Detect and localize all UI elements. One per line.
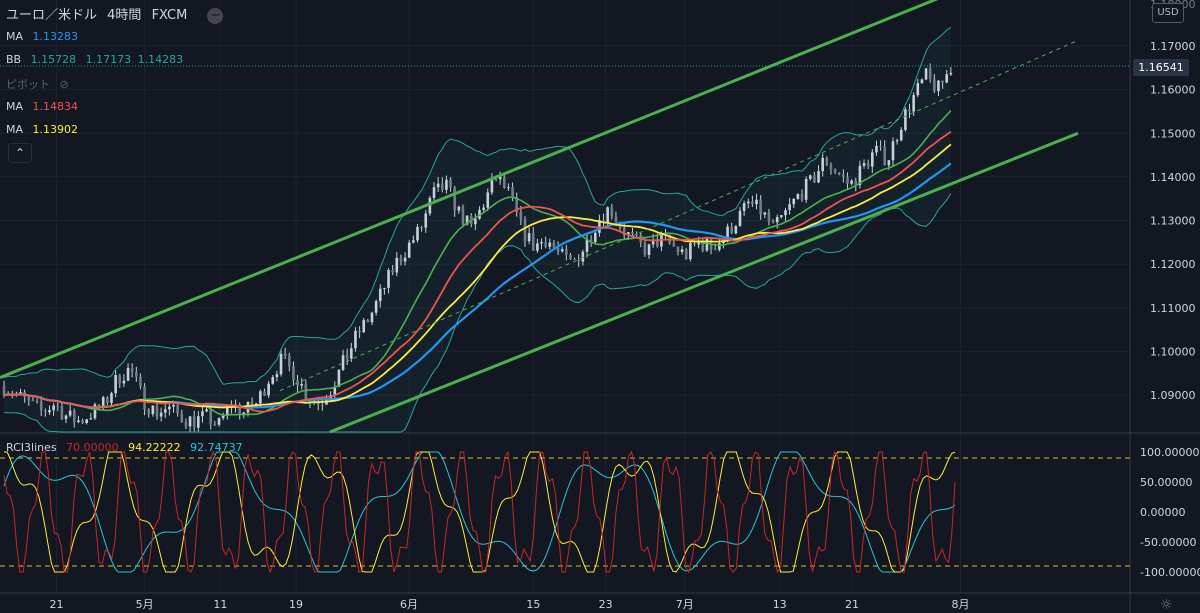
rci-axis-label: 0.00000 (1140, 506, 1186, 519)
legend-label: ピボット (6, 78, 50, 91)
x-tick-label: 7月 (676, 598, 694, 611)
x-tick-label: 8月 (952, 598, 970, 611)
legend-label: MA (6, 100, 24, 113)
rci-value-mid: 94.22222 (128, 441, 181, 454)
y-tick-label: 1.16000 (1150, 84, 1196, 97)
y-tick-label: 1.11000 (1150, 302, 1196, 315)
x-tick-label: 21 (50, 598, 64, 611)
rci-mid-line (4, 451, 956, 573)
rci-axis-label: 100.00000 (1140, 446, 1200, 459)
rci-label: RCI3lines (6, 441, 57, 454)
source-label: FXCM (151, 8, 188, 23)
rci-value-short: 70.00000 (66, 441, 119, 454)
y-tick-label: 1.09000 (1150, 389, 1196, 402)
x-tick-label: 13 (773, 598, 787, 611)
y-tick-label: 1.15000 (1150, 127, 1196, 140)
legend-value: 1.15728 (30, 53, 77, 66)
legend-value: 1.13283 (32, 30, 79, 43)
y-tick-label: 1.17000 (1150, 40, 1196, 53)
y-tick-label: 1.14000 (1150, 171, 1196, 184)
legend-value: 1.13902 (32, 123, 79, 136)
x-tick-label: 5月 (136, 598, 154, 611)
interval-label[interactable]: 4時間 (107, 8, 141, 23)
settings-icon[interactable]: ☼ (1160, 597, 1173, 613)
bollinger-fill (4, 27, 951, 433)
price-chart[interactable]: 1.17000 1.16000 1.15000 1.14000 1.13000 1.120… (0, 0, 1200, 613)
symbol-name[interactable]: ユーロ／米ドル (6, 8, 97, 23)
x-tick-label: 11 (213, 598, 227, 611)
rci-axis-label: -100.00000 (1140, 566, 1200, 579)
x-tick-label: 21 (845, 598, 859, 611)
rci-legend[interactable]: RCI3lines 70.00000 94.22222 92.74737 (6, 441, 249, 454)
legend-ma-red[interactable]: MA 1.14834 (6, 100, 84, 113)
legend-ma-yellow[interactable]: MA 1.13902 (6, 123, 84, 136)
legend-value: 1.14283 (137, 53, 184, 66)
eye-off-icon[interactable]: ⊘ (60, 78, 69, 91)
chart-stage: 1.17000 1.16000 1.15000 1.14000 1.13000 1.120… (0, 0, 1200, 613)
legend-label: MA (6, 123, 24, 136)
current-price-tag: 1.16541 (1133, 59, 1189, 76)
x-tick-label: 6月 (400, 598, 418, 611)
legend-label: BB (6, 53, 22, 66)
rci-axis-label: 50.00000 (1140, 476, 1193, 489)
legend-ma-blue[interactable]: MA 1.13283 (6, 30, 84, 43)
x-tick-label: 19 (289, 598, 303, 611)
y-tick-label: 1.13000 (1150, 215, 1196, 228)
y-tick-label: 1.10000 (1150, 345, 1196, 358)
chart-title: ユーロ／米ドル 4時間 FXCM − (6, 4, 229, 24)
x-tick-label: 23 (599, 598, 613, 611)
x-tick-label: 15 (526, 598, 540, 611)
rci-value-long: 92.74737 (190, 441, 243, 454)
rci-axis-label: -50.00000 (1140, 536, 1196, 549)
minus-icon[interactable]: − (207, 7, 224, 24)
legend-value: 1.14834 (32, 100, 79, 113)
legend-pivot[interactable]: ピボット ⊘ (6, 76, 75, 92)
y-tick-label: 1.12000 (1150, 258, 1196, 271)
legend-value: 1.17173 (85, 53, 132, 66)
legend-label: MA (6, 30, 24, 43)
currency-badge[interactable]: USD (1152, 3, 1184, 23)
collapse-legend-button[interactable]: ⌃ (8, 143, 32, 163)
legend-bb[interactable]: BB 1.15728 1.17173 1.14283 (6, 53, 189, 66)
